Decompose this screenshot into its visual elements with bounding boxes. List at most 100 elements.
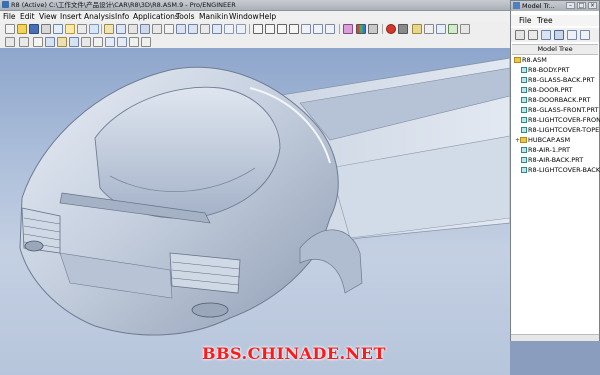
feature-tool-icon[interactable] — [448, 24, 458, 34]
tree-item[interactable]: R8-AIR-1.PRT — [521, 145, 570, 155]
color-appearance-icon[interactable] — [356, 24, 366, 34]
annotation-icon[interactable] — [313, 24, 323, 34]
horizontal-scrollbar[interactable] — [511, 334, 599, 341]
datum-axes-icon[interactable] — [265, 24, 275, 34]
menu-help[interactable]: Help — [258, 11, 277, 22]
tree-item[interactable]: R8-BODY.PRT — [521, 65, 570, 75]
part-icon — [521, 107, 527, 113]
menu-tools[interactable]: Tools — [175, 11, 195, 22]
query-bin-icon[interactable] — [412, 24, 422, 34]
hidden-line-icon[interactable] — [140, 24, 150, 34]
sphere-appearance-icon[interactable] — [386, 24, 396, 34]
tree-item-label: R8-GLASS-FRONT.PRT — [528, 106, 599, 114]
menu-file[interactable]: File — [2, 11, 17, 22]
menu-manikin[interactable]: Manikin — [198, 11, 229, 22]
tree-item[interactable]: R8-LIGHTCOVER-BACK — [521, 165, 600, 175]
appearance-dropdown-icon[interactable] — [398, 24, 408, 34]
datum-planes-icon[interactable] — [253, 24, 263, 34]
part-icon — [521, 97, 527, 103]
tree-item[interactable]: R8-DOORBACK.PRT — [521, 95, 590, 105]
assembly-icon — [520, 137, 527, 143]
maximize-icon[interactable]: □ — [577, 2, 586, 9]
main-menubar: File Edit View Insert Analysis Info Appl… — [0, 11, 510, 22]
toolbar-separator — [382, 24, 383, 34]
datum-display-icon[interactable] — [343, 24, 353, 34]
view-manager-icon[interactable] — [116, 24, 126, 34]
tree-item[interactable]: R8-AIR-BACK.PRT — [521, 155, 583, 165]
copy-icon[interactable] — [65, 24, 75, 34]
tree-item[interactable]: R8-GLASS-FRONT.PRT — [521, 105, 599, 115]
section-icon[interactable] — [129, 37, 139, 47]
selection-filter-icon[interactable] — [141, 37, 151, 47]
model-tree-toolbar — [511, 28, 599, 42]
cut-icon[interactable] — [33, 37, 43, 47]
reorient-icon[interactable] — [212, 24, 222, 34]
columns-icon[interactable] — [567, 30, 577, 40]
menu-window[interactable]: Window — [228, 11, 260, 22]
shading-icon[interactable] — [128, 24, 138, 34]
find-icon[interactable] — [81, 37, 91, 47]
tree-item-root[interactable]: R8.ASM — [514, 55, 547, 65]
filter-icon[interactable] — [541, 30, 551, 40]
wireframe-icon[interactable] — [164, 24, 174, 34]
email-icon[interactable] — [53, 24, 63, 34]
tree-item[interactable]: R8-LIGHTCOVER-FRONT — [521, 115, 600, 125]
tree-item-hubcap[interactable]: + HUBCAP.ASM — [515, 135, 570, 145]
redo-icon[interactable] — [19, 37, 29, 47]
model-tree-titlebar[interactable]: Model Tr... – □ × — [511, 1, 599, 11]
desktop-background — [510, 341, 600, 375]
refit-icon[interactable] — [200, 24, 210, 34]
graphics-viewport[interactable] — [0, 48, 510, 375]
select-box-icon[interactable] — [93, 37, 103, 47]
model-display-icon[interactable] — [368, 24, 378, 34]
close-icon[interactable]: × — [588, 2, 597, 9]
settings-icon[interactable] — [515, 30, 525, 40]
zoom-in-icon[interactable] — [176, 24, 186, 34]
print-icon[interactable] — [41, 24, 51, 34]
coordinate-systems-icon[interactable] — [289, 24, 299, 34]
paste-geometry-icon[interactable] — [57, 37, 67, 47]
tree-item[interactable]: R8-GLASS-BACK.PRT — [521, 75, 594, 85]
paste-icon[interactable] — [77, 24, 87, 34]
sketch-icon[interactable] — [436, 24, 446, 34]
repaint-icon[interactable] — [325, 24, 335, 34]
toolbar-separator — [249, 24, 250, 34]
tree-menu-tree[interactable]: Tree — [537, 15, 553, 26]
tree-item[interactable]: R8-DOOR.PRT — [521, 85, 573, 95]
regenerate-icon[interactable] — [104, 24, 114, 34]
zoom-out-icon[interactable] — [188, 24, 198, 34]
view-orient-icon[interactable] — [105, 37, 115, 47]
layers-icon[interactable] — [236, 24, 246, 34]
measure-icon[interactable] — [460, 24, 470, 34]
new-file-icon[interactable] — [5, 24, 15, 34]
model-tree-menubar: File Tree — [511, 15, 599, 26]
copy-geometry-icon[interactable] — [45, 37, 55, 47]
spin-center-icon[interactable] — [301, 24, 311, 34]
menu-info[interactable]: Info — [114, 11, 130, 22]
tree-menu-file[interactable]: File — [519, 15, 532, 26]
no-hidden-icon[interactable] — [152, 24, 162, 34]
menu-edit[interactable]: Edit — [19, 11, 36, 22]
paste-special-icon[interactable] — [89, 24, 99, 34]
tree-view-icon[interactable] — [554, 30, 564, 40]
tree-item[interactable]: R8-LIGHTCOVER-TOPE — [521, 125, 599, 135]
toolbar-row-2 — [0, 36, 510, 48]
tree-options-icon[interactable] — [580, 30, 590, 40]
menu-applications[interactable]: Applications — [132, 11, 180, 22]
saved-views-icon[interactable] — [224, 24, 234, 34]
menu-analysis[interactable]: Analysis — [83, 11, 116, 22]
open-folder-icon[interactable] — [17, 24, 27, 34]
part-icon — [521, 77, 527, 83]
menu-view[interactable]: View — [38, 11, 58, 22]
tree-item-label: R8-DOOR.PRT — [528, 86, 573, 94]
datum-points-icon[interactable] — [277, 24, 287, 34]
undo-icon[interactable] — [5, 37, 15, 47]
pan-icon[interactable] — [117, 37, 127, 47]
menu-insert[interactable]: Insert — [59, 11, 83, 22]
save-icon[interactable] — [29, 24, 39, 34]
context-help-icon[interactable] — [424, 24, 434, 34]
car-model-render[interactable] — [0, 48, 510, 375]
show-icon[interactable] — [528, 30, 538, 40]
regen-manager-icon[interactable] — [69, 37, 79, 47]
minimize-icon[interactable]: – — [566, 2, 575, 9]
